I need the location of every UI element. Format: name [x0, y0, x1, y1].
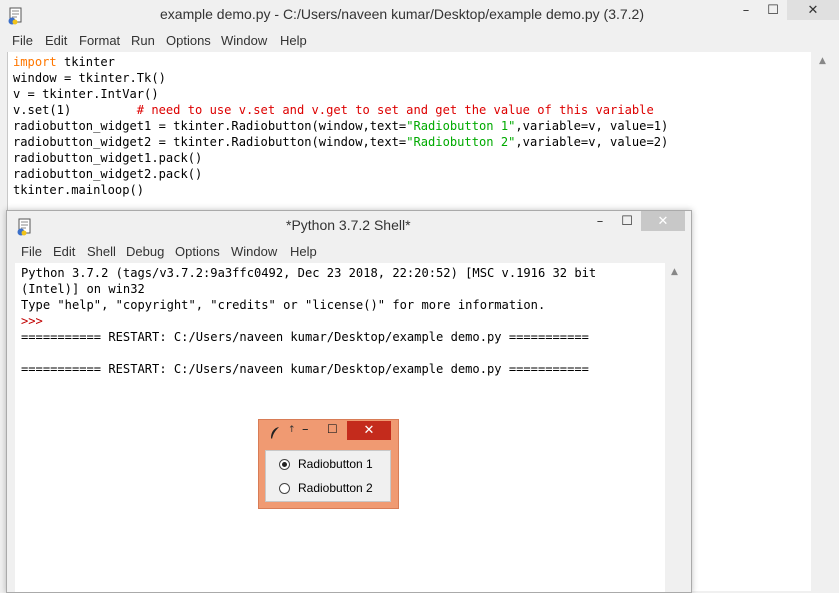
shell-scroll-up-icon[interactable]: ▲ [671, 267, 678, 277]
menu-options[interactable]: Options [166, 33, 211, 48]
shell-line-2: (Intel)] on win32 [21, 282, 145, 296]
radiobutton-1[interactable]: Radiobutton 1 [279, 455, 373, 473]
code-string-2: "Radiobutton 2" [406, 135, 516, 149]
shell-menu-options[interactable]: Options [175, 244, 220, 259]
code-line-7: radiobutton_widget1.pack() [13, 151, 203, 165]
menu-file[interactable]: File [12, 33, 33, 48]
code-line-6b: ,variable=v, value=2) [515, 135, 669, 149]
shell-menu-shell[interactable]: Shell [87, 244, 116, 259]
editor-title: example demo.py - C:/Users/naveen kumar/… [160, 6, 644, 22]
radiobutton-2[interactable]: Radiobutton 2 [279, 479, 373, 497]
menu-help[interactable]: Help [280, 33, 307, 48]
shell-menu-debug[interactable]: Debug [126, 244, 164, 259]
radiobutton-2-label: Radiobutton 2 [298, 481, 373, 495]
shell-minimize-icon[interactable]: – [587, 211, 613, 231]
code-line-3: v = tkinter.IntVar() [13, 87, 159, 101]
editor-close-icon[interactable]: ✕ [787, 0, 839, 20]
shell-restart-2: =========== RESTART: C:/Users/naveen kum… [21, 362, 589, 376]
shell-line-3: Type "help", "copyright", "credits" or "… [21, 298, 546, 312]
code-line-8: radiobutton_widget2.pack() [13, 167, 203, 181]
tk-minimize-icon[interactable]: – [302, 422, 309, 437]
shell-app-icon [16, 218, 34, 236]
shell-maximize-icon[interactable]: ☐ [614, 211, 640, 231]
tk-maximize-icon[interactable]: ☐ [327, 422, 338, 436]
shell-restart-1: =========== RESTART: C:/Users/naveen kum… [21, 330, 589, 344]
editor-scrollbar[interactable]: ▲ [815, 52, 832, 591]
shell-close-icon[interactable]: ✕ [641, 211, 685, 231]
code-line-6a: radiobutton_widget2 = tkinter.Radiobutto… [13, 135, 407, 149]
shell-titlebar[interactable]: *Python 3.7.2 Shell* – ☐ ✕ [7, 211, 691, 243]
tk-client-area: Radiobutton 1 Radiobutton 2 [265, 450, 391, 502]
shell-scrollbar[interactable]: ▲ [667, 263, 684, 592]
radio-unselected-icon[interactable] [279, 482, 290, 494]
code-line-9: tkinter.mainloop() [13, 183, 145, 197]
code-string-1: "Radiobutton 1" [406, 119, 516, 133]
editor-minimize-icon[interactable]: – [733, 0, 759, 20]
scroll-up-icon[interactable]: ▲ [819, 56, 826, 66]
radiobutton-1-label: Radiobutton 1 [298, 457, 373, 471]
menu-window[interactable]: Window [221, 33, 267, 48]
code-line-5a: radiobutton_widget1 = tkinter.Radiobutto… [13, 119, 407, 133]
tk-feather-icon [269, 425, 281, 444]
editor-menubar: File Edit Format Run Options Window Help [0, 31, 839, 51]
shell-menu-help[interactable]: Help [290, 244, 317, 259]
menu-run[interactable]: Run [131, 33, 155, 48]
editor-maximize-icon[interactable]: ☐ [760, 0, 786, 20]
code-block: import tkinter window = tkinter.Tk() v =… [13, 54, 668, 198]
shell-title: *Python 3.7.2 Shell* [286, 217, 411, 233]
code-line-5b: ,variable=v, value=1) [515, 119, 669, 133]
tk-close-icon[interactable]: ✕ [347, 421, 391, 440]
code-line-4: v.set(1) [13, 103, 137, 117]
shell-line-1: Python 3.7.2 (tags/v3.7.2:9a3ffc0492, De… [21, 266, 597, 280]
shell-menubar: File Edit Shell Debug Options Window Hel… [7, 242, 691, 262]
shell-window: *Python 3.7.2 Shell* – ☐ ✕ File Edit She… [6, 210, 692, 593]
editor-titlebar[interactable]: example demo.py - C:/Users/naveen kumar/… [0, 0, 839, 32]
shell-menu-file[interactable]: File [21, 244, 42, 259]
menu-edit[interactable]: Edit [45, 33, 67, 48]
shell-output: Python 3.7.2 (tags/v3.7.2:9a3ffc0492, De… [21, 265, 596, 377]
code-line-2: window = tkinter.Tk() [13, 71, 166, 85]
shell-menu-window[interactable]: Window [231, 244, 277, 259]
radio-selected-icon[interactable] [279, 458, 290, 470]
idle-app-icon [7, 7, 25, 25]
tk-up-arrow-icon: ↑ [288, 425, 296, 435]
shell-prompt: >>> [21, 314, 43, 328]
code-line-1: tkinter [56, 55, 115, 69]
tk-window: ↑ – ☐ ✕ Radiobutton 1 Radiobutton 2 [258, 419, 399, 509]
tk-titlebar[interactable]: ↑ – ☐ ✕ [259, 420, 398, 442]
keyword-import: import [13, 55, 57, 69]
menu-format[interactable]: Format [79, 33, 120, 48]
shell-menu-edit[interactable]: Edit [53, 244, 75, 259]
code-comment: # need to use v.set and v.get to set and… [136, 103, 654, 117]
